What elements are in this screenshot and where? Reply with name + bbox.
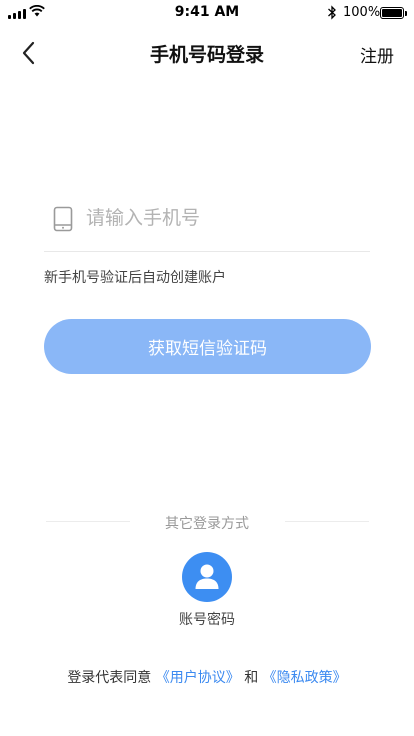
status-bar: 9:41 AM 100%	[0, 0, 414, 26]
privacy-policy-link[interactable]: 《隐私政策》	[263, 670, 347, 686]
register-button[interactable]: 注册	[360, 42, 394, 67]
battery-percentage: 100%	[343, 5, 381, 20]
get-sms-code-button[interactable]: 获取短信验证码	[44, 319, 371, 374]
agreement-prefix: 登录代表同意	[67, 670, 152, 686]
account-password-login-button[interactable]: 账号密码	[157, 551, 257, 631]
agreement-text: 登录代表同意 《用户协议》 和 《隐私政策》	[0, 667, 414, 687]
account-password-label: 账号密码	[179, 612, 235, 628]
phone-input-row	[44, 194, 370, 252]
user-agreement-link[interactable]: 《用户协议》	[156, 670, 240, 686]
battery-icon	[380, 7, 407, 19]
back-chevron-icon[interactable]	[14, 38, 44, 68]
navigation-bar: 手机号码登录 注册	[0, 28, 414, 78]
bluetooth-icon	[328, 5, 336, 20]
phone-number-input[interactable]	[86, 202, 366, 234]
account-login-avatar	[182, 552, 232, 602]
user-icon	[195, 564, 219, 589]
signal-icon	[8, 9, 26, 19]
page-title: 手机号码登录	[149, 44, 264, 66]
phone-login-screen: 9:41 AM 100% 手机号码登录 注册 新手机号验证后自动创建账户 获取短…	[0, 0, 414, 736]
phone-icon	[53, 206, 73, 232]
new-account-hint: 新手机号验证后自动创建账户	[44, 270, 226, 286]
wifi-icon	[29, 5, 45, 17]
other-login-title: 其它登录方式	[165, 516, 249, 532]
agreement-and: 和	[244, 670, 259, 686]
divider-right	[285, 521, 369, 522]
divider-left	[46, 521, 130, 522]
